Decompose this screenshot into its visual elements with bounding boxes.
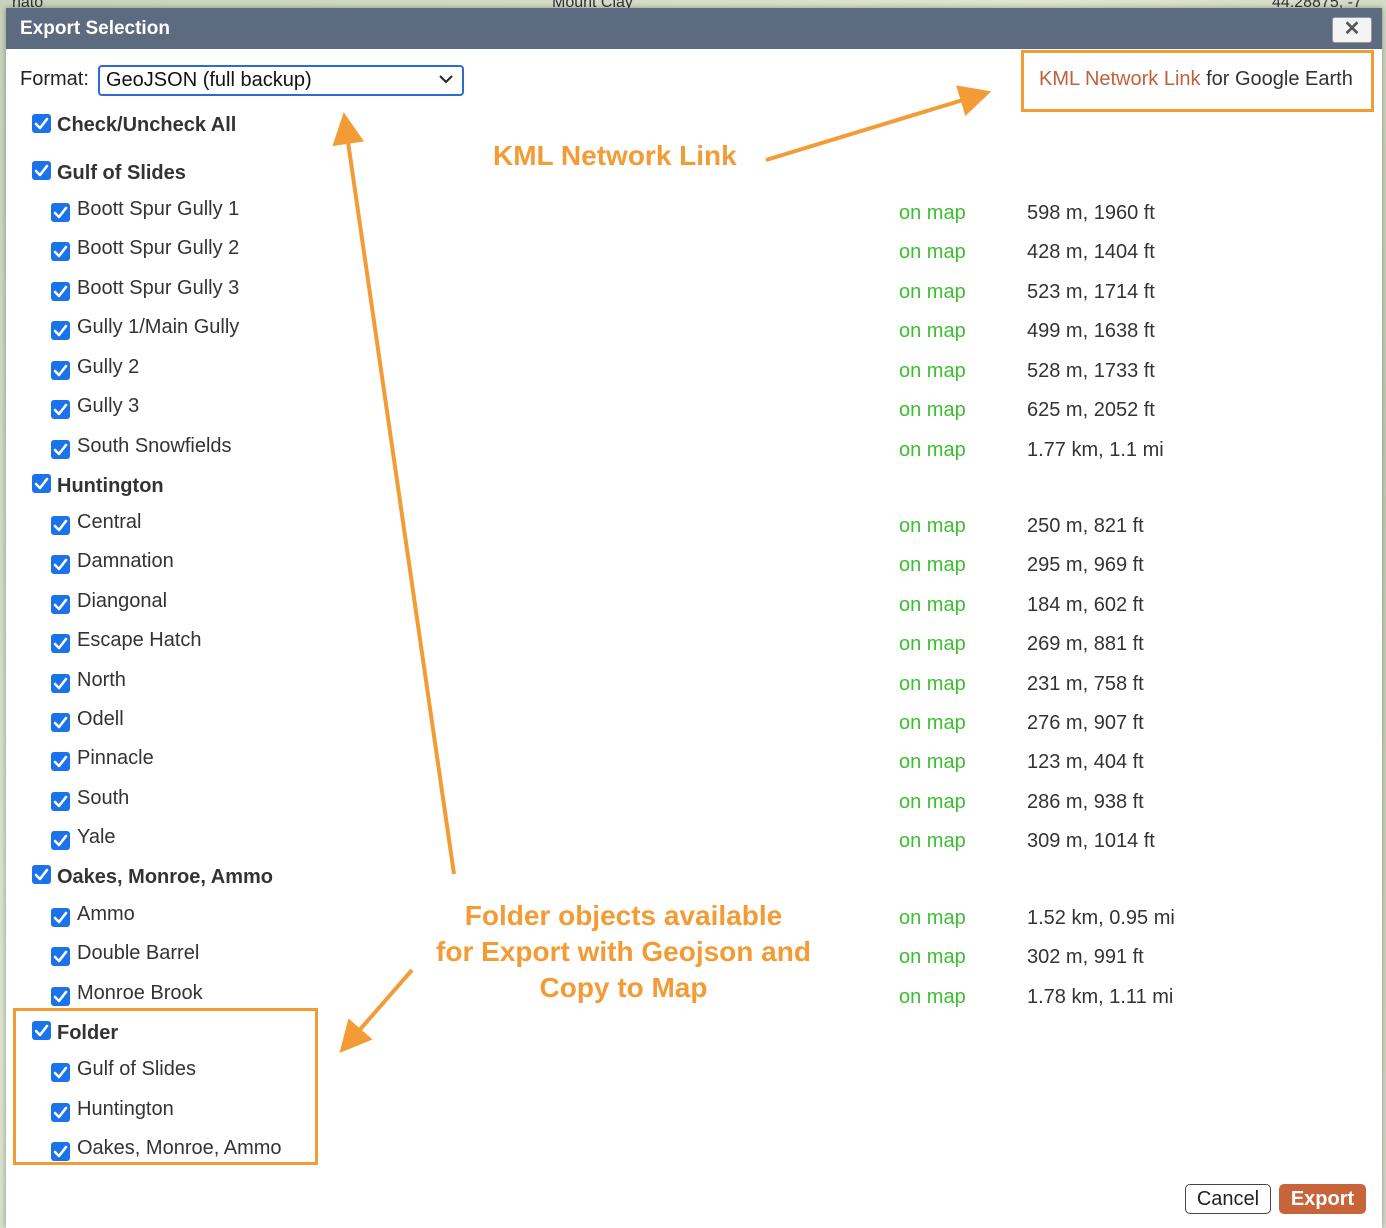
export-dialog: Export Selection ✕ Format: GeoJSON (full… [6, 8, 1382, 1228]
arrow-to-kml-link [765, 85, 992, 162]
annotation-folder-line2: for Export with Geojson and [436, 936, 811, 967]
export-button[interactable]: Export [1279, 1184, 1366, 1214]
annotation-folder: Folder objects available for Export with… [416, 898, 831, 1006]
annotation-folder-line1: Folder objects available [464, 900, 783, 931]
arrow-to-folder-box [339, 968, 414, 1054]
cancel-button[interactable]: Cancel [1185, 1184, 1271, 1214]
arrow-to-format-select [332, 112, 456, 875]
annotation-arrows [332, 85, 992, 1054]
annotation-kml: KML Network Link [493, 140, 737, 171]
annotation-folder-line3: Copy to Map [539, 972, 708, 1003]
